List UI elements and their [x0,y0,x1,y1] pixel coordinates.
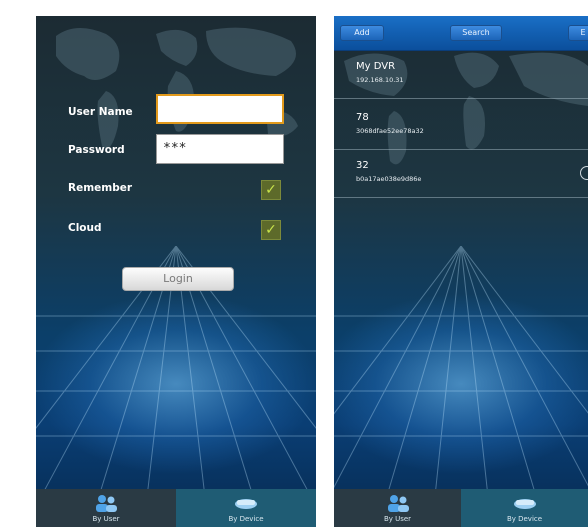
username-field[interactable] [156,94,284,124]
login-screen: User Name Password *** Remember ✓ Cloud … [36,16,316,527]
device-name: 32 [356,160,369,171]
users-icon [96,495,117,512]
device-list-screen: Add Search E My DVR 192.168.10.31 78 306… [334,16,588,527]
device-icon [235,499,257,509]
bottom-tab-bar: By User By Device [36,489,316,527]
device-list-item[interactable]: 78 3068dfae52ee78a32 [334,105,588,150]
tab-by-user[interactable]: By User [334,489,461,527]
perspective-grid-background [334,246,588,506]
users-icon [387,495,409,512]
bottom-tab-bar: By User By Device [334,489,588,527]
top-toolbar: Add Search E [334,16,588,51]
chevron-right-icon[interactable] [580,166,588,180]
device-list-item[interactable]: My DVR 192.168.10.31 [334,54,588,99]
password-label: Password [68,144,125,156]
device-serial: 3068dfae52ee78a32 [356,127,424,135]
login-button[interactable]: Login [122,267,234,291]
remember-checkbox[interactable]: ✓ [261,180,281,200]
tab-by-user-label: By User [383,515,412,523]
password-field[interactable]: *** [156,134,284,164]
tab-by-device[interactable]: By Device [176,489,316,527]
device-icon [513,499,536,509]
remember-label: Remember [68,182,133,194]
edit-button[interactable]: E [568,25,588,41]
device-serial: b0a17ae038e9d86e [356,175,422,183]
tab-by-device-label: By Device [506,515,543,523]
tab-by-user[interactable]: By User [36,489,176,527]
device-name: 78 [356,112,369,123]
device-address: 192.168.10.31 [356,76,404,84]
search-button[interactable]: Search [450,25,502,41]
world-map-background [56,27,298,149]
add-button[interactable]: Add [340,25,384,41]
username-label: User Name [68,106,133,118]
tab-by-user-label: By User [92,515,120,523]
tab-by-device[interactable]: By Device [461,489,588,527]
cloud-label: Cloud [68,222,102,234]
device-name: My DVR [356,61,396,72]
device-list-item[interactable]: 32 b0a17ae038e9d86e [334,153,588,198]
tab-by-device-label: By Device [228,515,264,523]
cloud-checkbox[interactable]: ✓ [261,220,281,240]
